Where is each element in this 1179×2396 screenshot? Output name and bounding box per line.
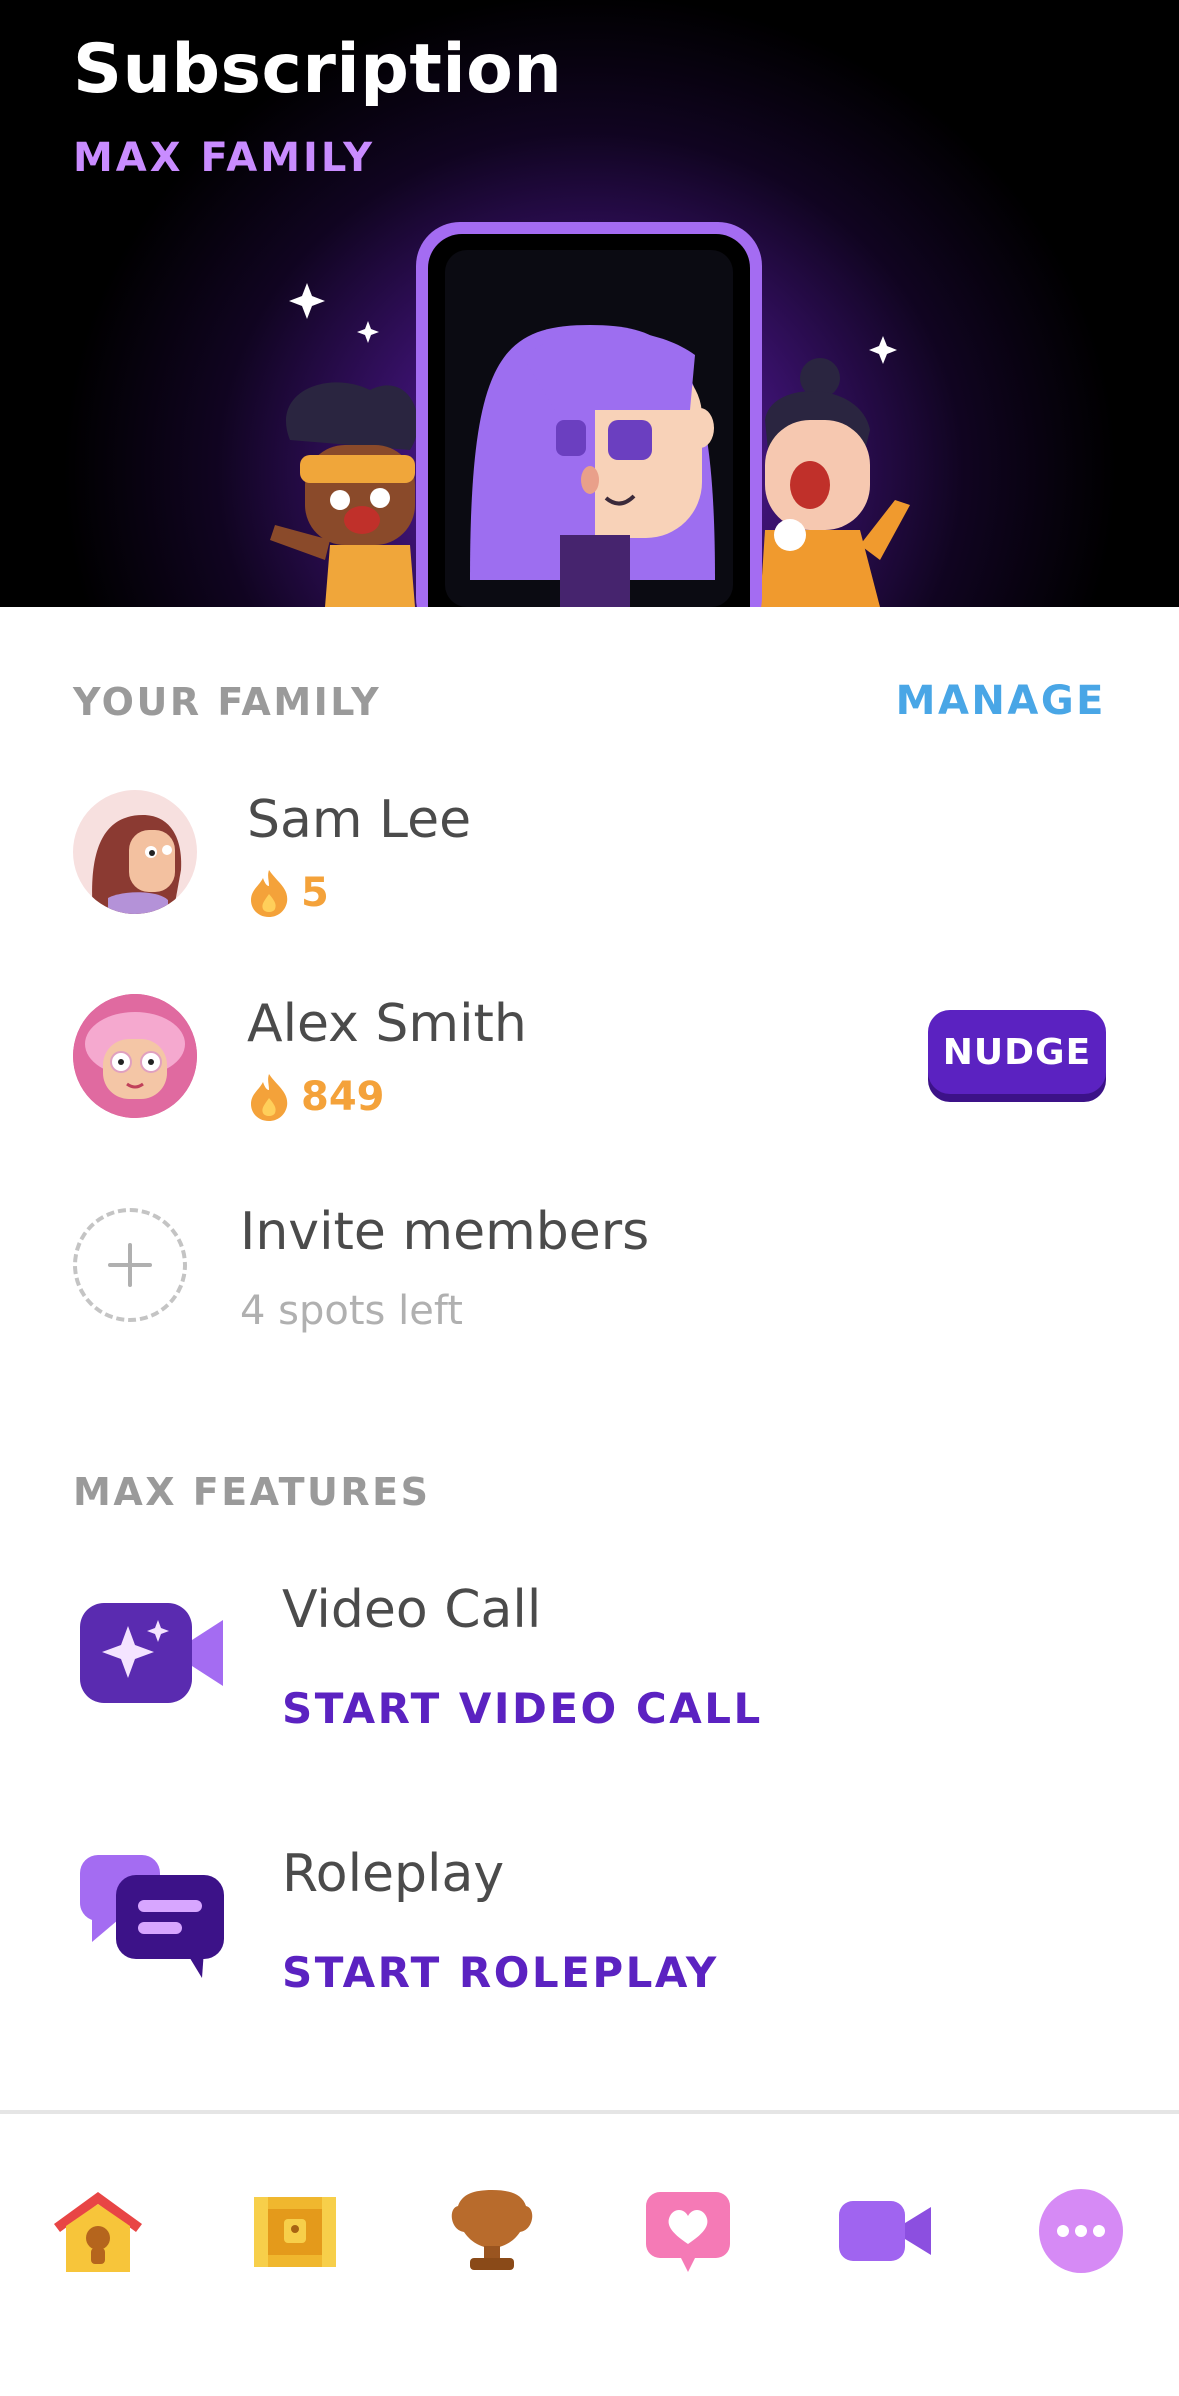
member-name: Sam Lee — [247, 790, 472, 850]
tab-leaderboard[interactable] — [437, 2176, 547, 2286]
streak-indicator: 5 — [247, 868, 329, 918]
avatar — [73, 790, 197, 914]
tab-more[interactable] — [1026, 2176, 1136, 2286]
video-camera-icon — [839, 2201, 931, 2261]
flame-icon — [251, 1074, 288, 1121]
add-member-button[interactable] — [73, 1208, 187, 1322]
page-title: Subscription — [73, 30, 563, 109]
nudge-button[interactable]: NUDGE — [928, 1010, 1106, 1094]
feature-title: Roleplay — [282, 1844, 505, 1904]
video-sparkle-icon — [80, 1603, 223, 1703]
features-section-label: MAX FEATURES — [73, 1470, 431, 1514]
flame-icon — [251, 870, 288, 917]
streak-count: 5 — [301, 870, 329, 916]
more-icon — [1039, 2189, 1123, 2273]
family-section-label: YOUR FAMILY — [73, 680, 382, 724]
right-character — [760, 358, 910, 607]
bottom-tab-bar — [0, 2114, 1179, 2396]
member-name: Alex Smith — [247, 994, 527, 1054]
feature-title: Video Call — [282, 1580, 542, 1640]
treasure-chest-icon — [254, 2197, 336, 2267]
spots-left-label: 4 spots left — [240, 1288, 463, 1334]
plus-icon — [108, 1243, 152, 1287]
start-video-call-button[interactable]: START VIDEO CALL — [282, 1684, 763, 1733]
phone-character — [470, 325, 715, 607]
streak-indicator: 849 — [247, 1072, 385, 1122]
avatar — [73, 994, 197, 1118]
tab-social[interactable] — [633, 2176, 743, 2286]
heart-chat-icon — [646, 2192, 730, 2272]
invite-members-label: Invite members — [240, 1202, 650, 1262]
tab-home[interactable] — [43, 2176, 153, 2286]
home-icon — [54, 2192, 142, 2272]
manage-button[interactable]: MANAGE — [896, 678, 1106, 724]
streak-count: 849 — [301, 1074, 385, 1120]
tab-stories[interactable] — [240, 2176, 350, 2286]
family-member-row[interactable]: Sam Lee 5 — [0, 790, 1179, 950]
plan-name: MAX FAMILY — [73, 135, 376, 181]
trophy-icon — [451, 2190, 533, 2270]
chat-bubbles-icon — [80, 1855, 224, 1978]
hero-banner: Subscription MAX FAMILY — [0, 0, 1179, 607]
start-roleplay-button[interactable]: START ROLEPLAY — [282, 1948, 719, 1997]
tab-video[interactable] — [830, 2176, 940, 2286]
left-character — [270, 382, 418, 607]
